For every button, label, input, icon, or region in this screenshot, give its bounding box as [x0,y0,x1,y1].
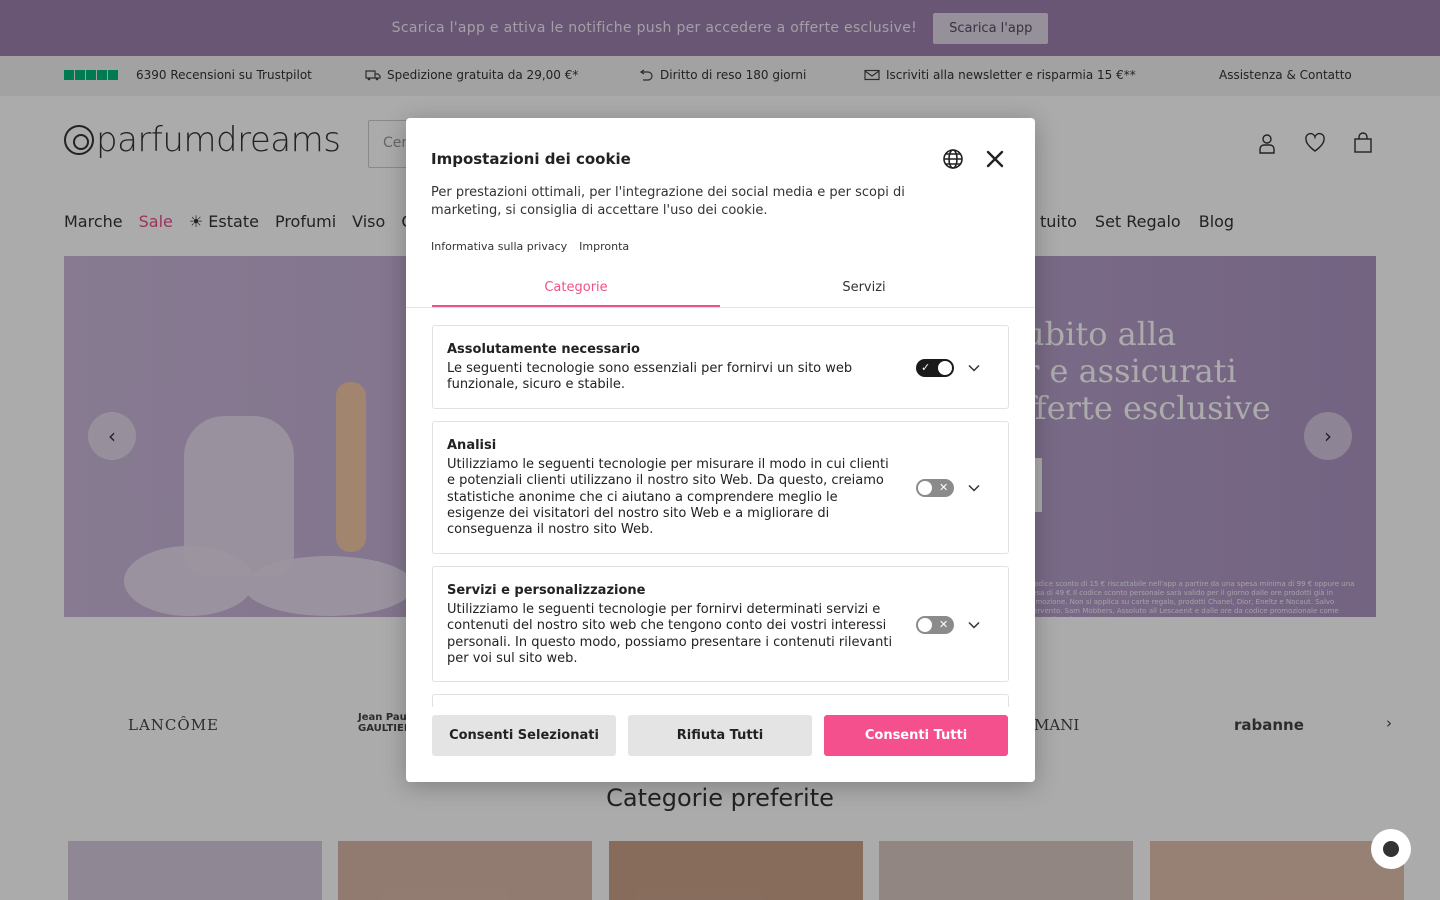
active-tab-indicator [432,305,720,307]
modal-description: Per prestazioni ottimali, per l'integraz… [431,185,905,218]
modal-footer: Consenti Selezionati Rifiuta Tutti Conse… [406,707,1035,782]
categories-list[interactable]: Assolutamente necessario Le seguenti tec… [406,309,1035,707]
close-icon[interactable] [984,148,1006,170]
category-title: Analisi [447,438,497,453]
modal-tabs: Categorie Servizi [406,270,1035,308]
category-title: Servizi e personalizzazione [447,583,646,598]
category-title: Assolutamente necessario [447,342,640,357]
category-description: Le seguenti tecnologie sono essenziali p… [447,361,853,393]
analytics-toggle[interactable]: ✕ [916,479,954,497]
tab-categories[interactable]: Categorie [432,280,720,295]
tab-services[interactable]: Servizi [720,280,1008,295]
category-description: Utilizziamo le seguenti tecnologie per f… [447,602,893,666]
privacy-policy-link[interactable]: Informativa sulla privacy [431,240,567,253]
cookie-category-card: Assolutamente necessario Le seguenti tec… [432,325,1009,409]
category-description: Utilizziamo le seguenti tecnologie per m… [447,457,889,538]
imprint-link[interactable]: Impronta [579,240,629,253]
chevron-down-icon[interactable] [967,361,981,375]
necessary-toggle[interactable]: ✓ [916,359,954,377]
reject-all-button[interactable]: Rifiuta Tutti [628,715,812,756]
language-globe-icon[interactable] [942,148,964,170]
cookie-category-card [432,694,1009,707]
cookie-category-card: Analisi Utilizziamo le seguenti tecnolog… [432,421,1009,554]
chat-bubble-icon [1383,841,1399,857]
allow-all-button[interactable]: Consenti Tutti [824,715,1008,756]
chevron-down-icon[interactable] [967,481,981,495]
chat-button[interactable] [1371,829,1411,869]
allow-selected-button[interactable]: Consenti Selezionati [432,715,616,756]
cookie-category-card: Servizi e personalizzazione Utilizziamo … [432,566,1009,682]
modal-links: Informativa sulla privacy Impronta [431,240,629,253]
chevron-down-icon[interactable] [967,618,981,632]
x-icon: ✕ [939,481,949,494]
modal-title: Impostazioni dei cookie [431,150,631,168]
personalization-toggle[interactable]: ✕ [916,616,954,634]
x-icon: ✕ [939,618,949,631]
cookie-settings-modal: Impostazioni dei cookie Per prestazioni … [406,118,1035,782]
check-icon: ✓ [921,361,931,374]
